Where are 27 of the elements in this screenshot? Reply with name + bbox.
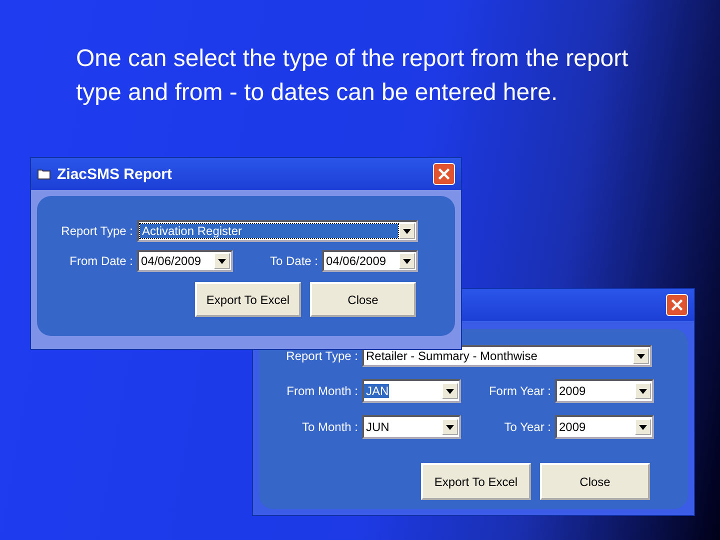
dropdown-field[interactable]: 2009 <box>555 379 654 403</box>
field-label: To Year : <box>503 420 552 434</box>
dialog-button[interactable]: Close <box>540 463 650 500</box>
close-button[interactable] <box>666 294 688 316</box>
dialog-button[interactable]: Close <box>310 282 416 317</box>
dialog-button[interactable]: Export To Excel <box>421 463 531 500</box>
field-label: To Month : <box>300 420 359 434</box>
field-label: Form Year : <box>488 384 552 398</box>
field-label: From Date : <box>68 254 134 268</box>
dropdown-field[interactable]: Retailer - Summary - Monthwise <box>362 345 652 367</box>
close-button[interactable] <box>433 163 455 185</box>
dropdown-field[interactable]: 04/06/2009 <box>137 250 233 272</box>
window-title: ZiacSMS Report <box>57 166 174 182</box>
dialog-button[interactable]: Export To Excel <box>195 282 301 317</box>
close-icon <box>671 299 683 311</box>
dropdown-field[interactable]: JUN <box>362 415 461 439</box>
dropdown-field[interactable]: 2009 <box>555 415 654 439</box>
field-label: To Date : <box>268 254 319 268</box>
folder-icon <box>37 168 51 180</box>
dropdown-field[interactable]: JAN <box>362 379 461 403</box>
field-label: From Month : <box>286 384 359 398</box>
field-label: Report Type : <box>285 349 359 363</box>
slide-caption: One can select the type of the report from the report type and from - to dates can be entered here. <box>76 44 630 108</box>
field-label: Report Type : <box>60 224 134 238</box>
dropdown-field[interactable]: 04/06/2009 <box>322 250 418 272</box>
dropdown-field[interactable]: Activation Register <box>137 220 418 242</box>
close-icon <box>438 168 450 180</box>
